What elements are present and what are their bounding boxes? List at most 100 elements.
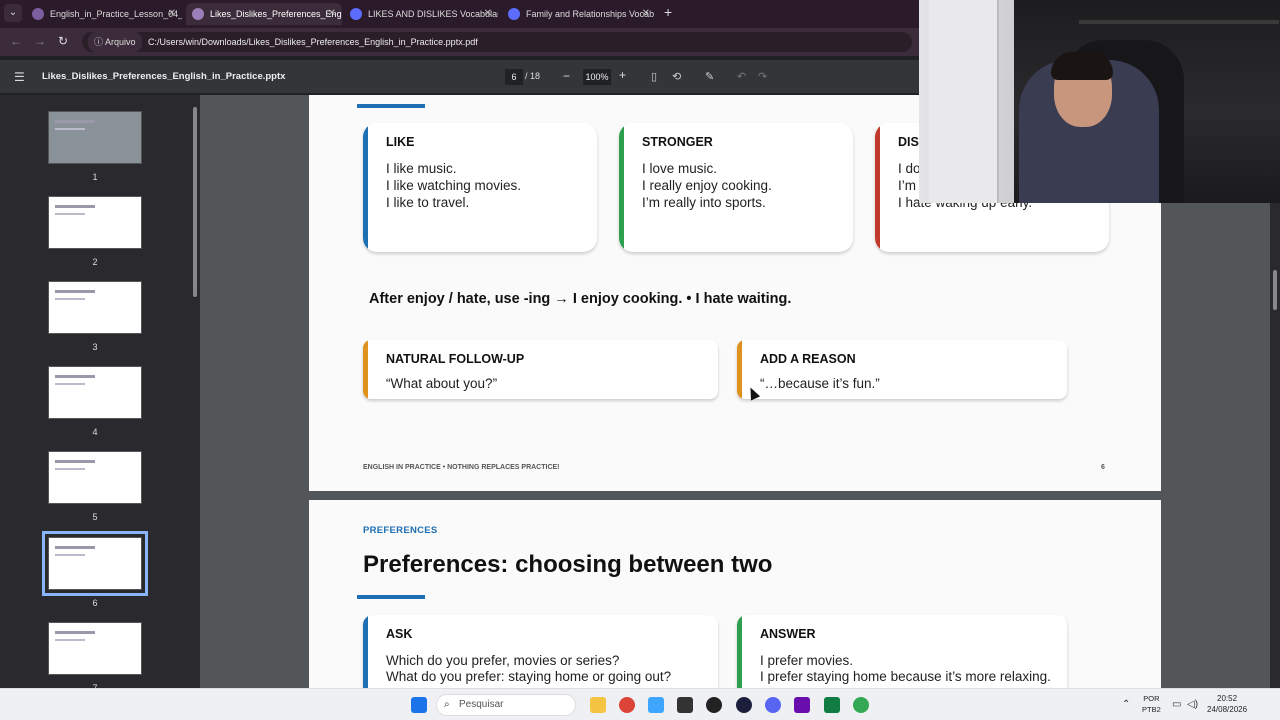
card-line: I prefer movies. <box>760 653 854 668</box>
fit-page-icon[interactable]: ▯ <box>651 70 657 83</box>
card-line: I really enjoy cooking. <box>642 178 772 193</box>
tab-label: LIKES AND DISLIKES Vocabulary <box>368 9 498 19</box>
app-icon[interactable] <box>677 697 693 713</box>
back-icon[interactable]: ← <box>10 34 22 48</box>
zoom-level-input[interactable]: 100% <box>583 69 611 85</box>
document-title: Likes_Dislikes_Preferences_English_in_Pr… <box>42 71 286 82</box>
card-title: ADD A REASON <box>760 352 856 366</box>
file-explorer-icon[interactable] <box>590 697 606 713</box>
card-title: ASK <box>386 627 413 641</box>
card-line: I prefer staying home because it’s more … <box>760 669 1051 684</box>
annotate-icon[interactable]: ✎ <box>705 70 714 83</box>
network-icon[interactable]: ▭ <box>1172 699 1181 710</box>
close-icon[interactable]: ✕ <box>642 3 650 25</box>
card-line: I love music. <box>642 161 718 176</box>
sidebar-scrollbar[interactable] <box>190 95 200 688</box>
chevron-up-icon[interactable]: ⌃ <box>1122 699 1130 710</box>
thumbnail-number: 3 <box>92 342 98 352</box>
thumbnail-number: 6 <box>92 598 98 608</box>
slide-footer: ENGLISH IN PRACTICE • NOTHING REPLACES P… <box>363 464 560 471</box>
card-title: DIS <box>898 135 919 149</box>
card-line: I do <box>898 161 921 176</box>
windows-start-icon[interactable] <box>411 697 427 713</box>
tab-label: Family and Relationships Vocab <box>526 9 655 19</box>
card-line: Which do you prefer, movies or series? <box>386 653 620 668</box>
app-icon[interactable] <box>794 697 810 713</box>
reload-icon[interactable]: ↻ <box>58 34 68 48</box>
close-icon[interactable]: ✕ <box>168 3 176 25</box>
site-info-label: Arquivo <box>105 37 136 47</box>
search-icon: ⌕ <box>444 699 450 710</box>
thumbnail-number: 5 <box>92 512 98 522</box>
pdf-icon <box>192 8 204 20</box>
new-tab-button[interactable]: + <box>664 4 672 20</box>
close-icon[interactable]: ✕ <box>328 3 336 25</box>
tab-search-chevron-icon[interactable]: ⌄ <box>4 4 22 22</box>
keyboard-layout: PTB2 <box>1142 705 1161 714</box>
card-title: NATURAL FOLLOW-UP <box>386 352 525 366</box>
language-indicator[interactable]: POR PTB2 <box>1142 693 1161 715</box>
card-title: ANSWER <box>760 627 816 641</box>
card-line: “…because it’s fun.” <box>760 376 880 391</box>
search-engine-icon <box>350 8 362 20</box>
tab-likes-dislikes-pdf[interactable]: Likes_Dislikes_Preferences_Engli ✕ <box>186 3 342 25</box>
page-count: / 18 <box>525 71 541 81</box>
card-natural-follow-up: NATURAL FOLLOW-UP “What about you?” <box>363 340 718 399</box>
card-title: LIKE <box>386 135 415 149</box>
page-number-input[interactable]: 6 <box>505 69 523 85</box>
page-thumbnail-2[interactable] <box>48 196 142 249</box>
page-thumbnail-7[interactable] <box>48 622 142 675</box>
webcam-overlay <box>919 0 1280 203</box>
thumbnail-sidebar: 1 2 3 4 5 6 7 <box>0 95 200 688</box>
close-icon[interactable]: ✕ <box>484 3 492 25</box>
grammar-rule: After enjoy / hate, use -ing → I enjoy c… <box>369 291 792 307</box>
search-placeholder: Pesquisar <box>459 699 504 710</box>
card-line: I like watching movies. <box>386 178 522 193</box>
tab-family-vocabulary[interactable]: Family and Relationships Vocab ✕ <box>502 3 656 25</box>
url-field[interactable]: ⓘ Arquivo C:/Users/win/Downloads/Likes_D… <box>82 32 912 52</box>
page-thumbnail-1[interactable] <box>48 111 142 164</box>
system-clock[interactable]: 20:52 24/08/2026 <box>1207 693 1247 715</box>
zoom-in-button[interactable]: + <box>619 68 626 82</box>
thumbnail-number: 2 <box>92 257 98 267</box>
tab-likes-vocabulary[interactable]: LIKES AND DISLIKES Vocabulary ✕ <box>344 3 498 25</box>
slide-kicker: PREFERENCES <box>363 525 438 536</box>
slide-page-7: PREFERENCES Preferences: choosing betwee… <box>309 500 1161 688</box>
card-like: LIKE I like music. I like watching movie… <box>363 123 597 252</box>
time: 20:52 <box>1217 694 1238 703</box>
forward-icon[interactable]: → <box>34 34 46 48</box>
page-thumbnail-3[interactable] <box>48 281 142 334</box>
page-thumbnail-6[interactable] <box>42 531 148 596</box>
card-stronger: STRONGER I love music. I really enjoy co… <box>619 123 853 252</box>
card-ask: ASK Which do you prefer, movies or serie… <box>363 615 718 688</box>
taskbar-search[interactable]: ⌕ Pesquisar <box>436 694 576 716</box>
url-text: C:/Users/win/Downloads/Likes_Dislikes_Pr… <box>148 37 478 47</box>
site-info-chip[interactable]: ⓘ Arquivo <box>88 32 142 52</box>
card-line: I like music. <box>386 161 457 176</box>
taskbar: ⌕ Pesquisar ⌃ POR PTB2 ▭ ◁) 20:52 24/08/… <box>0 688 1280 720</box>
card-line: “What about you?” <box>386 376 498 391</box>
tab-label: English_in_Practice_Lesson_04_L <box>50 9 182 19</box>
excel-icon[interactable] <box>824 697 840 713</box>
undo-icon[interactable]: ↶ <box>737 70 746 83</box>
chrome-icon[interactable] <box>619 697 635 713</box>
search-engine-icon <box>508 8 520 20</box>
thumbnail-number: 1 <box>92 172 98 182</box>
card-line: What do you prefer: staying home or goin… <box>386 669 672 684</box>
title-underline <box>357 104 425 108</box>
page-thumbnail-4[interactable] <box>48 366 142 419</box>
redo-icon[interactable]: ↷ <box>758 70 767 83</box>
chrome-icon[interactable] <box>853 697 869 713</box>
page-thumbnail-5[interactable] <box>48 451 142 504</box>
tab-lesson-04[interactable]: English_in_Practice_Lesson_04_L ✕ <box>26 3 182 25</box>
app-icon[interactable] <box>736 697 752 713</box>
menu-icon[interactable]: ☰ <box>14 70 25 84</box>
rotate-icon[interactable]: ⟲ <box>672 70 681 83</box>
zoom-out-button[interactable]: − <box>563 69 570 83</box>
app-icon[interactable] <box>706 697 722 713</box>
volume-icon[interactable]: ◁) <box>1187 699 1198 710</box>
lang-code: POR <box>1143 694 1160 703</box>
card-line: I like to travel. <box>386 195 470 210</box>
app-icon[interactable] <box>648 697 664 713</box>
discord-icon[interactable] <box>765 697 781 713</box>
